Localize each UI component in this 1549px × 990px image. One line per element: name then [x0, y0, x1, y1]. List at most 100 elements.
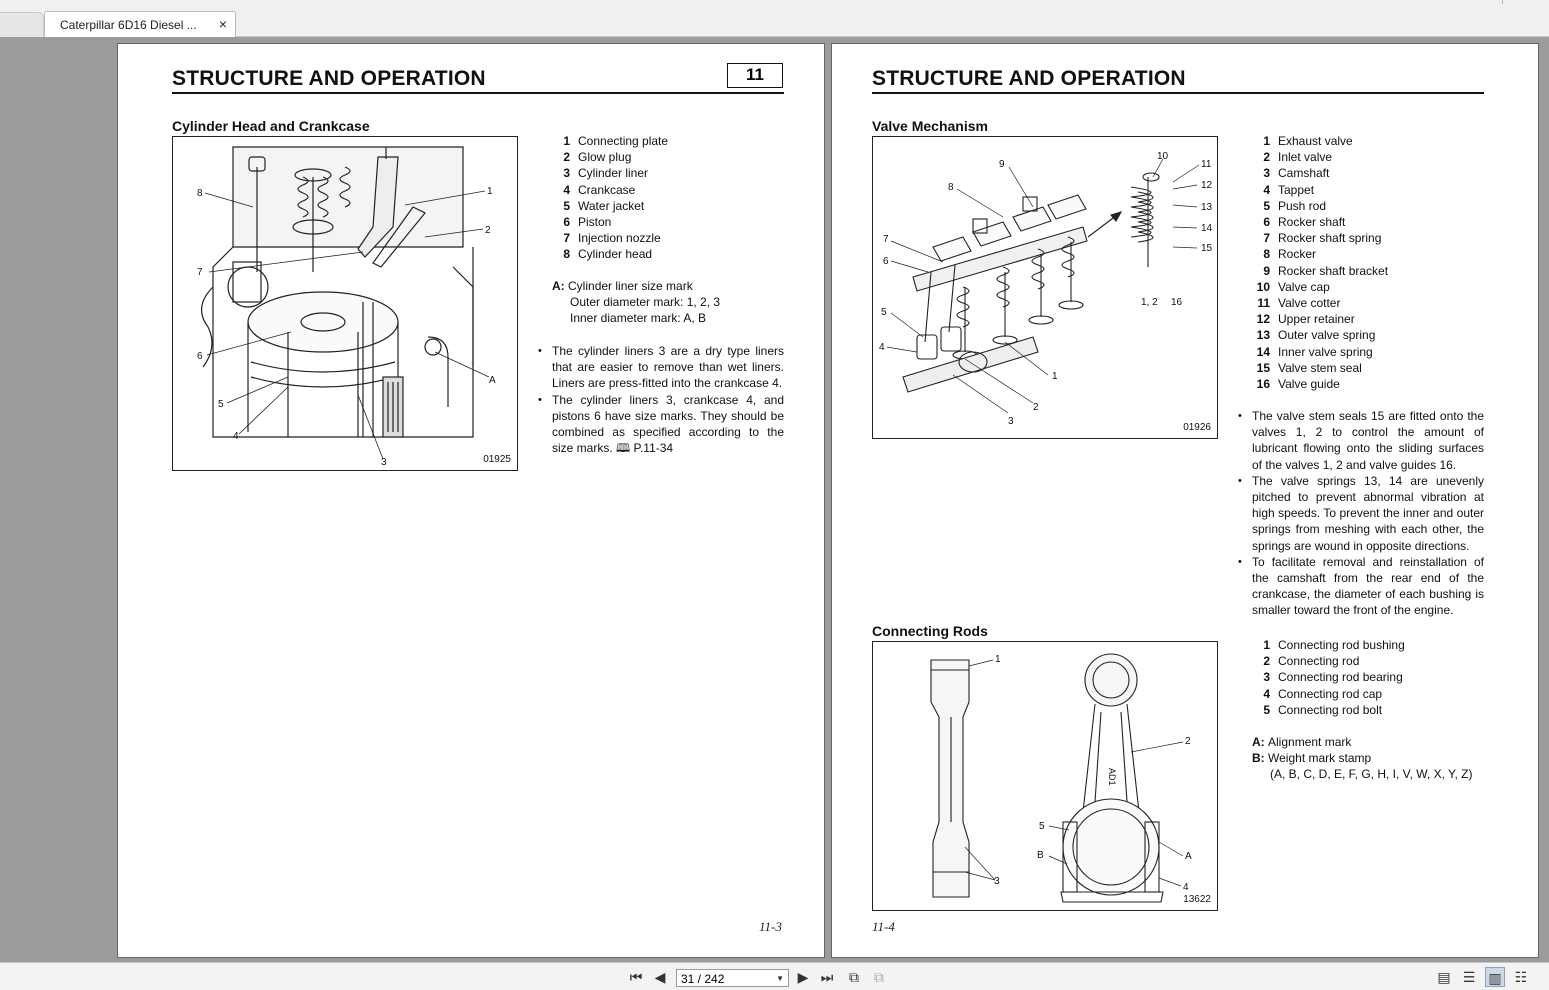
callout-1: 1 — [995, 654, 1001, 665]
legend-number: 11 — [1257, 296, 1270, 311]
legend-label: Injection nozzle — [578, 231, 661, 246]
legend-label: Rocker shaft — [1278, 215, 1346, 230]
window-control[interactable] — [1502, 0, 1549, 4]
figure-valve-mechanism: 9 8 7 6 5 4 1 2 3 10 11 12 13 14 15 1, 2 — [872, 136, 1218, 439]
facing-pages-icon[interactable]: ▥ — [1485, 967, 1505, 987]
legend-number: 2 — [563, 150, 570, 165]
note-b-label: Weight mark stamp — [1268, 751, 1372, 766]
document-viewer[interactable]: STRUCTURE AND OPERATION 11 Cylinder Head… — [0, 37, 1549, 962]
figure-number: 01926 — [1183, 422, 1211, 433]
legend-item-4: 4 Crankcase — [552, 182, 668, 198]
note-a-label: Alignment mark — [1268, 735, 1352, 749]
callout-2: 2 — [1185, 736, 1191, 747]
legend-label: Cylinder liner — [578, 166, 649, 181]
single-page-icon[interactable]: ▤ — [1434, 967, 1454, 987]
valve-legend-item-8: 8 Rocker — [1252, 246, 1388, 262]
callout-8: 8 — [197, 188, 203, 199]
page-header: STRUCTURE AND OPERATION — [872, 67, 1186, 90]
conrod-legend-item-1: 1 Connecting rod bushing — [1252, 637, 1404, 653]
legend-number: 4 — [1263, 182, 1270, 197]
close-icon[interactable]: × — [219, 16, 227, 32]
callout-A: A — [489, 375, 496, 386]
valve-legend-item-4: 4 Tappet — [1252, 182, 1388, 198]
callout-1: 1 — [487, 186, 493, 197]
previous-page-icon[interactable]: ◀ — [650, 967, 670, 987]
legend-number: 10 — [1256, 279, 1270, 294]
conrod-marks-note: A: Alignment mark B: Weight mark stamp (… — [1252, 734, 1473, 783]
note-b-values: (A, B, C, D, E, F, G, H, I, V, W, X, Y, … — [1270, 767, 1473, 782]
chevron-down-icon: ▼ — [776, 974, 784, 983]
legend-number: 6 — [1263, 215, 1270, 230]
legend-item-8: 8 Cylinder head — [552, 246, 668, 262]
page-header: STRUCTURE AND OPERATION — [172, 67, 486, 90]
valve-legend-item-15: 15 Valve stem seal — [1252, 360, 1388, 376]
callout-A: A — [1185, 851, 1192, 862]
continuous-page-icon[interactable]: ☰ — [1459, 967, 1479, 987]
valve-legend-item-10: 10 Valve cap — [1252, 279, 1388, 295]
legend-number: 1 — [563, 134, 570, 148]
page-folio: 11-4 — [872, 919, 895, 934]
legend-label: Valve cotter — [1278, 296, 1341, 311]
conrod-legend-item-5: 5 Connecting rod bolt — [1252, 702, 1405, 718]
note-line-1: Outer diameter mark: 1, 2, 3 — [570, 295, 721, 310]
legend-label: Push rod — [1278, 198, 1327, 213]
note-title: Cylinder liner size mark — [568, 279, 693, 293]
legend-label: Cylinder head — [578, 247, 653, 262]
forward-view-icon[interactable]: ⧉ — [869, 967, 889, 987]
legend-label: Exhaust valve — [1278, 134, 1353, 148]
size-mark-note: A: Cylinder liner size mark Outer diamet… — [552, 278, 720, 327]
back-view-icon[interactable]: ⧉ — [844, 967, 864, 987]
figure-cylinder-head: 8 1 2 7 6 5 4 3 A 01925 — [172, 136, 518, 471]
legend-number: 5 — [563, 198, 570, 213]
legend-number: 13 — [1256, 328, 1270, 343]
callout-5: 5 — [881, 307, 887, 318]
legend-label: Rocker — [1278, 247, 1317, 262]
legend-list: 1 Connecting plate 2 Glow plug 3 Cylinder lin… — [552, 133, 668, 263]
valve-legend-item-3: 3 Camshaft — [1252, 165, 1388, 181]
callout-9: 9 — [999, 159, 1005, 170]
connecting-rod-illustration: 1 2 3 5 B A 4 AD1 — [930, 653, 1192, 903]
bullet-3: To facilitate removal and reinstallation… — [1238, 554, 1484, 619]
legend-number: 12 — [1256, 312, 1270, 327]
page-number-select[interactable]: 31 / 242 ▼ — [676, 969, 789, 987]
valve-legend-item-11: 11 Valve cotter — [1252, 295, 1388, 311]
callout-13: 13 — [1201, 202, 1213, 213]
legend-list-conrod: 1 Connecting rod bushing 2 Connecting rod 3 C… — [1252, 637, 1405, 718]
callout-3: 3 — [1008, 416, 1014, 427]
navigation-toolbar: ⏮ ◀ 31 / 242 ▼ ▶ ⏭ ⧉ ⧉ ▤ ☰ ▥ ☷ — [0, 962, 1549, 990]
legend-label: Tappet — [1278, 182, 1315, 197]
callout-B: B — [1037, 850, 1044, 861]
legend-item-1: 1 Connecting plate — [552, 133, 668, 149]
next-page-icon[interactable]: ▶ — [793, 967, 813, 987]
valve-legend-item-1: 1 Exhaust valve — [1252, 133, 1388, 149]
callout-3: 3 — [994, 876, 1000, 887]
legend-label: Water jacket — [578, 198, 645, 213]
callout-8: 8 — [948, 182, 954, 193]
tab-bar: Caterpillar 6D16 Diesel ... × — [0, 0, 1549, 37]
document-tab[interactable]: Caterpillar 6D16 Diesel ... × — [44, 11, 236, 37]
legend-number: 4 — [563, 182, 570, 197]
legend-item-2: 2 Glow plug — [552, 149, 668, 165]
callout-5: 5 — [218, 399, 224, 410]
legend-number: 2 — [1263, 654, 1270, 669]
cylinder-head-illustration: 8 1 2 7 6 5 4 3 A — [197, 146, 496, 468]
callout-16: 16 — [1171, 297, 1183, 308]
previous-tab[interactable] — [0, 12, 44, 37]
first-page-icon[interactable]: ⏮ — [626, 967, 646, 987]
continuous-facing-icon[interactable]: ☷ — [1511, 967, 1531, 987]
note-a-key: A: — [1252, 735, 1265, 749]
conrod-legend-item-3: 3 Connecting rod bearing — [1252, 669, 1405, 685]
valve-legend-item-7: 7 Rocker shaft spring — [1252, 230, 1388, 246]
last-page-icon[interactable]: ⏭ — [817, 967, 837, 987]
legend-number: 5 — [1263, 198, 1270, 213]
legend-label: Outer valve spring — [1278, 328, 1376, 343]
callout-12: 12 — [1201, 180, 1213, 191]
callout-15: 15 — [1201, 243, 1213, 254]
callout-7: 7 — [883, 234, 889, 245]
legend-number: 3 — [1263, 166, 1270, 181]
legend-list-valve: 1 Exhaust valve 2 Inlet valve 3 Camshaft 4 Tapp… — [1252, 133, 1388, 392]
valve-legend-item-2: 2 Inlet valve — [1252, 149, 1388, 165]
legend-label: Valve stem seal — [1278, 360, 1362, 375]
legend-label: Connecting rod — [1278, 654, 1360, 669]
callout-7: 7 — [197, 267, 203, 278]
